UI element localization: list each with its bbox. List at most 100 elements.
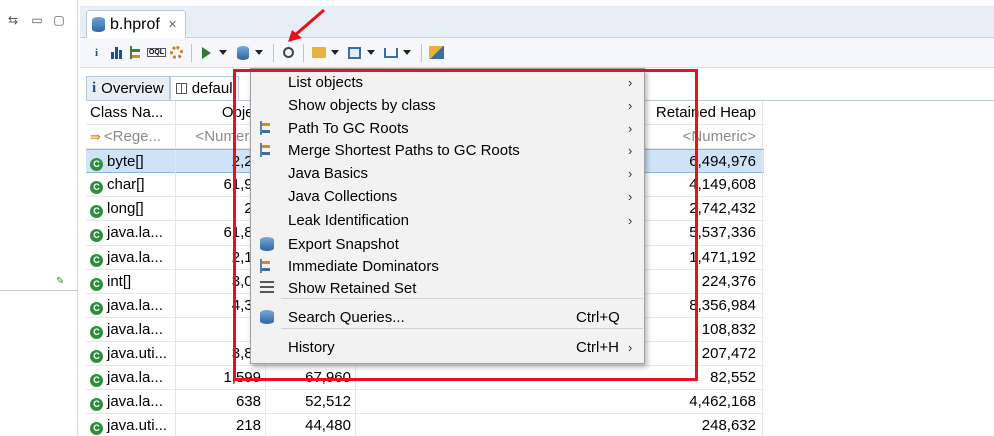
menu-item-shortcut: Ctrl+H xyxy=(576,338,619,356)
menu-item-search-queries[interactable]: Search Queries... Ctrl+Q xyxy=(252,306,644,328)
query-browser-dropdown-icon[interactable] xyxy=(255,50,263,55)
menu-item-export-snapshot[interactable]: Export Snapshot xyxy=(252,233,644,255)
column-header-class-name[interactable]: Class Na... xyxy=(86,101,176,125)
menu-item-label: List objects xyxy=(288,73,364,91)
menu-item-leak-identification[interactable]: Leak Identification › xyxy=(252,209,644,231)
submenu-arrow-icon: › xyxy=(628,188,633,204)
menu-separator xyxy=(281,328,643,329)
pin-icon[interactable]: ✎ xyxy=(56,277,66,287)
filter-class-name[interactable]: ⇛ <Rege... xyxy=(86,125,176,150)
class-name-cell: Cjava.la... xyxy=(86,317,176,342)
class-icon: C xyxy=(90,181,103,195)
toolbar-separator xyxy=(273,43,274,62)
menu-item-merge-shortest-paths-to-gc-roots[interactable]: Merge Shortest Paths to GC Roots › xyxy=(252,139,644,161)
run-report-icon[interactable] xyxy=(198,44,215,61)
menu-item-label: Path To GC Roots xyxy=(288,119,409,137)
info-icon: i xyxy=(92,80,97,96)
histogram-icon[interactable] xyxy=(108,44,125,61)
query-browser-icon[interactable] xyxy=(234,44,251,61)
class-icon: C xyxy=(90,277,103,291)
submenu-arrow-icon: › xyxy=(628,339,633,355)
oql-icon[interactable]: OQL xyxy=(146,44,167,61)
retained-set-icon xyxy=(260,281,274,295)
class-icon: C xyxy=(90,398,103,412)
export-snapshot-icon xyxy=(260,237,274,251)
maximize-icon[interactable]: ▢ xyxy=(52,13,66,27)
tab-overview[interactable]: i Overview xyxy=(86,76,170,100)
compare-icon[interactable] xyxy=(428,44,445,61)
menu-item-path-to-gc-roots[interactable]: Path To GC Roots › xyxy=(252,117,644,139)
menu-item-list-objects[interactable]: List objects › xyxy=(252,71,644,93)
menu-item-label: Show Retained Set xyxy=(288,279,417,297)
table-row[interactable]: Cjava.la... 638 52,512 4,462,168 xyxy=(86,390,764,415)
class-name-cell: Cjava.uti... xyxy=(86,414,176,436)
group-by-dropdown-icon[interactable] xyxy=(331,50,339,55)
menu-item-label: Leak Identification xyxy=(288,211,409,229)
thread-overview-icon[interactable] xyxy=(168,44,185,61)
retained-heap-cell: 248,632 xyxy=(356,414,763,436)
export-dropdown-icon[interactable] xyxy=(403,50,411,55)
regex-filter-icon: ⇛ xyxy=(90,129,101,145)
export-icon[interactable] xyxy=(382,44,399,61)
heap-dump-icon xyxy=(92,17,105,32)
run-report-dropdown-icon[interactable] xyxy=(219,50,227,55)
table-row[interactable]: Cjava.uti... 218 44,480 248,632 xyxy=(86,414,764,436)
class-name-cell: Cjava.uti... xyxy=(86,341,176,366)
calculate-retained-dropdown-icon[interactable] xyxy=(367,50,375,55)
menu-item-label: History xyxy=(288,338,335,356)
tab-default-report[interactable]: defaul xyxy=(169,76,239,100)
table-row[interactable]: Cjava.la... 1,599 67,960 82,552 xyxy=(86,366,764,391)
toolbar-separator xyxy=(421,43,422,62)
tab-default-report-label: defaul xyxy=(191,80,233,97)
class-name-cell: Cjava.la... xyxy=(86,293,176,318)
class-name-cell: Clong[] xyxy=(86,197,176,222)
minimize-icon[interactable]: ▭ xyxy=(30,13,44,27)
class-name-cell: Cjava.la... xyxy=(86,390,176,415)
class-name-cell: Cjava.la... xyxy=(86,245,176,270)
menu-item-immediate-dominators[interactable]: Immediate Dominators xyxy=(252,255,644,277)
class-icon: C xyxy=(90,325,103,339)
objects-cell: 1,599 xyxy=(176,366,266,391)
menu-item-history[interactable]: History Ctrl+H › xyxy=(252,336,644,358)
menu-separator xyxy=(281,298,643,299)
editor-tab-bar: b.hprof ✕ xyxy=(80,6,994,38)
dominators-icon xyxy=(260,259,274,273)
menu-item-label: Merge Shortest Paths to GC Roots xyxy=(288,141,520,159)
search-queries-icon xyxy=(260,310,274,324)
class-name-cell: Cjava.la... xyxy=(86,366,176,391)
shallow-heap-cell: 52,512 xyxy=(266,390,356,415)
objects-cell: 218 xyxy=(176,414,266,436)
info-icon[interactable]: i xyxy=(88,44,105,61)
toolbar-separator xyxy=(303,43,304,62)
toolbar: i OQL xyxy=(80,38,994,68)
class-icon: C xyxy=(90,301,103,315)
histogram-icon xyxy=(175,83,187,94)
menu-item-label: Export Snapshot xyxy=(288,235,399,253)
calculate-retained-icon[interactable] xyxy=(346,44,363,61)
menu-item-label: Show objects by class xyxy=(288,96,436,114)
class-icon: C xyxy=(90,253,103,267)
retained-heap-cell: 82,552 xyxy=(356,366,763,391)
submenu-arrow-icon: › xyxy=(628,74,633,90)
submenu-arrow-icon: › xyxy=(628,165,633,181)
menu-item-show-objects-by-class[interactable]: Show objects by class › xyxy=(252,94,644,116)
tab-overview-label: Overview xyxy=(101,80,164,97)
editor-tab-hprof[interactable]: b.hprof ✕ xyxy=(86,10,186,38)
merge-paths-icon xyxy=(260,143,274,157)
group-by-icon[interactable] xyxy=(310,44,327,61)
menu-item-java-basics[interactable]: Java Basics › xyxy=(252,162,644,184)
submenu-arrow-icon: › xyxy=(628,212,633,228)
class-icon: C xyxy=(90,205,103,219)
close-icon[interactable]: ✕ xyxy=(168,18,177,31)
menu-item-show-retained-set[interactable]: Show Retained Set xyxy=(252,277,644,299)
class-name-cell: Cint[] xyxy=(86,269,176,294)
menu-item-java-collections[interactable]: Java Collections › xyxy=(252,185,644,207)
dominator-tree-icon[interactable] xyxy=(128,44,145,61)
class-icon: C xyxy=(90,229,103,243)
retained-heap-cell: 4,462,168 xyxy=(356,390,763,415)
menu-item-label: Immediate Dominators xyxy=(288,257,439,275)
path-icon xyxy=(260,121,274,135)
left-panel-divider xyxy=(0,290,78,291)
search-icon[interactable] xyxy=(280,44,297,61)
link-with-editor-icon[interactable]: ⇆ xyxy=(6,13,20,27)
